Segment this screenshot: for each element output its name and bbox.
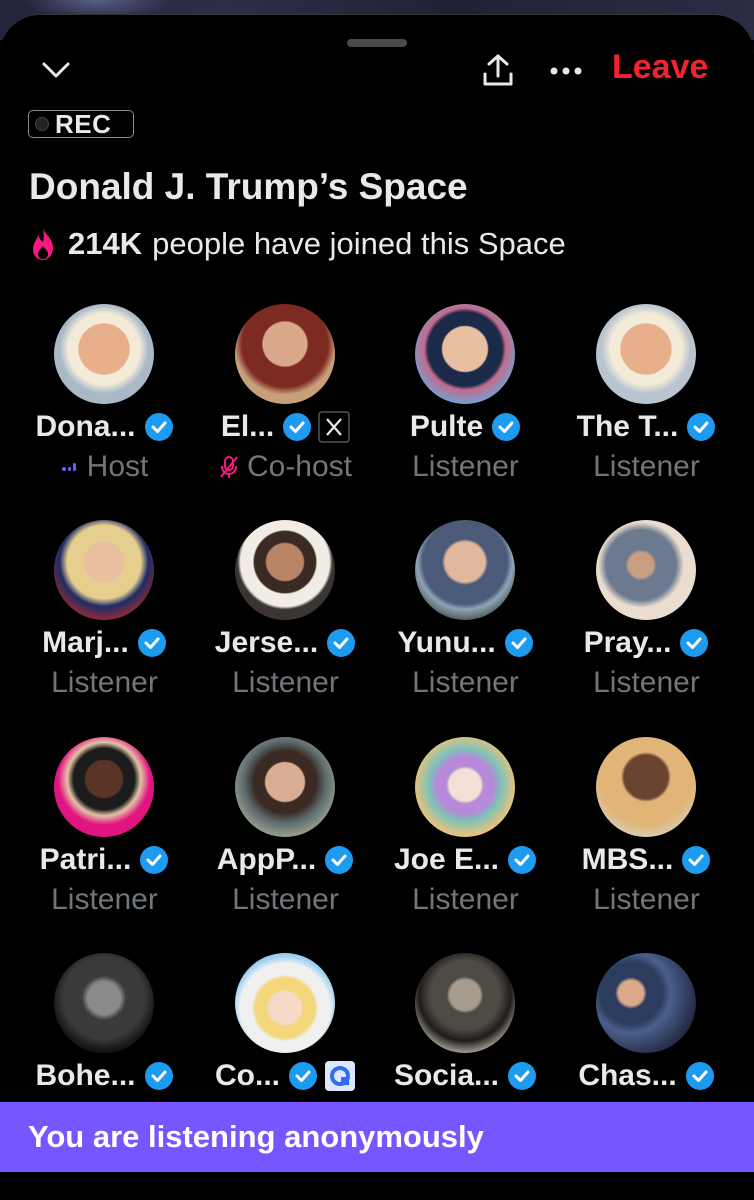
avatar xyxy=(596,737,696,837)
leave-button[interactable]: Leave xyxy=(612,48,708,87)
joined-count-row: 214K people have joined this Space xyxy=(28,226,566,262)
participant-role: Listener xyxy=(232,883,339,916)
avatar xyxy=(235,520,335,620)
verified-icon xyxy=(283,413,312,441)
anonymous-listening-banner: You are listening anonymously xyxy=(0,1102,754,1172)
recording-badge: REC xyxy=(28,108,134,139)
avatar xyxy=(596,520,696,620)
drag-handle[interactable] xyxy=(347,39,407,47)
participant-name: Joe E... xyxy=(393,843,500,876)
avatar xyxy=(596,304,696,404)
x-logo-icon xyxy=(318,411,350,443)
verified-icon xyxy=(687,413,716,441)
participant-name: Co... xyxy=(215,1059,280,1092)
participant-name: El... xyxy=(220,410,275,443)
participant-name: The T... xyxy=(576,410,679,443)
avatar xyxy=(235,737,335,837)
flame-icon xyxy=(33,228,53,260)
participant-name: Marj... xyxy=(42,626,129,659)
verified-icon xyxy=(144,1062,173,1090)
app-logo-icon xyxy=(325,1061,355,1091)
participant-role: Listener xyxy=(232,666,339,699)
more-icon xyxy=(550,67,582,75)
avatar xyxy=(415,520,515,620)
verified-icon xyxy=(682,846,711,874)
verified-icon xyxy=(492,413,521,441)
avatar xyxy=(54,737,154,837)
verified-icon xyxy=(325,846,354,874)
record-dot-icon xyxy=(35,117,49,131)
participant-name: MBS... xyxy=(581,843,674,876)
avatar xyxy=(596,953,696,1053)
participant-role: Listener xyxy=(412,666,519,699)
participant-role: Listener xyxy=(412,450,519,483)
participant-role: Listener xyxy=(51,666,158,699)
verified-icon xyxy=(327,629,356,657)
participant-name: AppP... xyxy=(216,843,317,876)
share-icon xyxy=(483,54,513,86)
joined-count: 214K xyxy=(68,226,143,261)
mic-muted-icon xyxy=(220,456,238,478)
participant-name: Pulte xyxy=(409,410,484,443)
verified-icon xyxy=(508,1062,537,1090)
more-button[interactable] xyxy=(546,56,586,86)
verified-icon xyxy=(144,413,173,441)
participant-name: Jerse... xyxy=(214,626,319,659)
rec-label: REC xyxy=(55,108,112,139)
participant-role: Listener xyxy=(593,450,700,483)
participant-role: Listener xyxy=(593,666,700,699)
avatar xyxy=(415,953,515,1053)
collapse-button[interactable] xyxy=(38,54,74,86)
speaker-bars-icon xyxy=(61,463,76,471)
participant-role: Co-host xyxy=(246,450,353,483)
participant-name: Chas... xyxy=(578,1059,677,1092)
avatar xyxy=(415,304,515,404)
participant-name: Bohe... xyxy=(35,1059,136,1092)
verified-icon xyxy=(685,1062,714,1090)
verified-icon xyxy=(289,1062,317,1090)
avatar xyxy=(54,520,154,620)
avatar xyxy=(235,304,335,404)
avatar xyxy=(54,304,154,404)
participant-name: Dona... xyxy=(35,410,136,443)
chevron-down-icon xyxy=(42,62,70,78)
participant-name: Yunu... xyxy=(397,626,496,659)
avatar xyxy=(235,953,335,1053)
participant-name: Socia... xyxy=(393,1059,500,1092)
participant-name: Pray... xyxy=(583,626,672,659)
share-button[interactable] xyxy=(478,50,518,90)
space-title: Donald J. Trump’s Space xyxy=(29,166,468,207)
participant-role: Listener xyxy=(593,883,700,916)
verified-icon xyxy=(504,629,533,657)
banner-text: You are listening anonymously xyxy=(28,1119,484,1154)
verified-icon xyxy=(140,846,169,874)
verified-icon xyxy=(680,629,709,657)
participant-role: Host xyxy=(86,450,149,483)
participant-role: Listener xyxy=(51,883,158,916)
verified-icon xyxy=(137,629,166,657)
participant-name: Patri... xyxy=(39,843,132,876)
avatar xyxy=(415,737,515,837)
verified-icon xyxy=(508,846,537,874)
participant-role: Listener xyxy=(412,883,519,916)
avatar xyxy=(54,953,154,1053)
joined-text: people have joined this Space xyxy=(152,226,566,261)
